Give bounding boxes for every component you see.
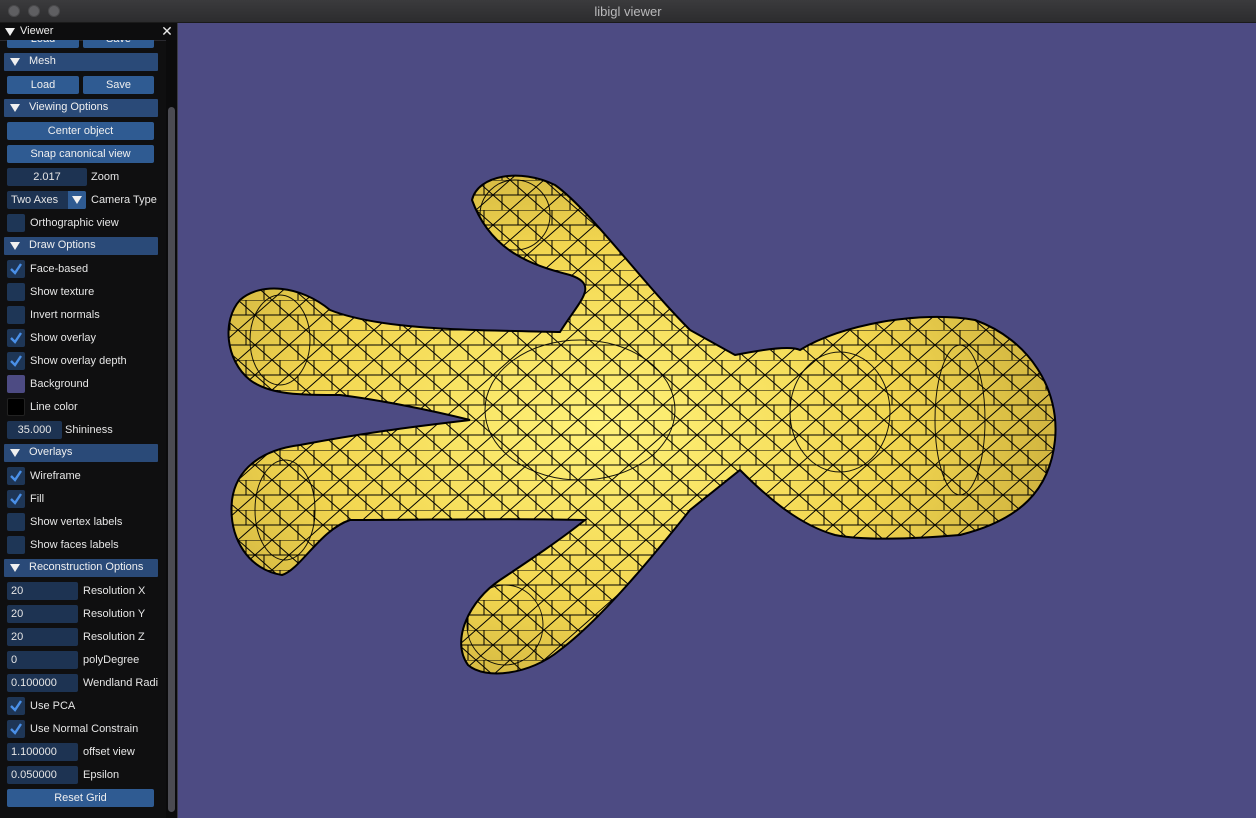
scrolled-row: Load Save xyxy=(0,40,165,50)
panel-title: Viewer xyxy=(20,25,54,37)
wendland-radius-input[interactable]: 0.100000 xyxy=(7,674,78,692)
checkmark-icon xyxy=(10,332,22,344)
resolution-x-input[interactable]: 20 xyxy=(7,582,78,600)
viewer-canvas[interactable] xyxy=(0,23,1256,818)
line-color-swatch[interactable] xyxy=(7,398,25,416)
vertex-labels-checkbox[interactable] xyxy=(7,513,25,531)
expand-triangle-icon xyxy=(10,449,20,457)
offset-view-input[interactable]: 1.100000 xyxy=(7,743,78,761)
collapse-triangle-icon[interactable] xyxy=(5,28,15,36)
header-draw-options[interactable]: Draw Options xyxy=(4,237,158,255)
checkmark-icon xyxy=(10,493,22,505)
save-button-partial[interactable]: Save xyxy=(83,40,154,48)
invert-normals-label: Invert normals xyxy=(30,309,100,321)
resolution-x-label: Resolution X xyxy=(83,585,146,597)
epsilon-label: Epsilon xyxy=(83,769,120,781)
snap-canonical-view-button[interactable]: Snap canonical view xyxy=(7,145,154,163)
expand-triangle-icon xyxy=(10,104,20,112)
epsilon-input[interactable]: 0.050000 xyxy=(7,766,78,784)
panel-title-bar[interactable]: Viewer ✕ xyxy=(0,23,177,41)
use-normal-constraint-label: Use Normal Constrain xyxy=(30,723,139,735)
header-reconstruction-label: Reconstruction Options xyxy=(29,561,144,573)
header-draw-label: Draw Options xyxy=(29,239,96,251)
resolution-y-label: Resolution Y xyxy=(83,608,146,620)
faces-labels-label: Show faces labels xyxy=(30,539,119,551)
faces-labels-checkbox[interactable] xyxy=(7,536,25,554)
reset-grid-button[interactable]: Reset Grid xyxy=(7,789,154,807)
checkmark-icon xyxy=(10,700,22,712)
fill-label: Fill xyxy=(30,493,45,505)
shininess-label: Shininess xyxy=(65,424,113,436)
zoom-label: Zoom xyxy=(91,171,120,183)
expand-triangle-icon xyxy=(10,242,20,250)
orthographic-label: Orthographic view xyxy=(30,217,119,229)
checkmark-icon xyxy=(10,263,22,275)
background-color-swatch[interactable] xyxy=(7,375,25,393)
orthographic-checkbox[interactable] xyxy=(7,214,25,232)
offset-view-label: offset view xyxy=(83,746,135,758)
show-texture-checkbox[interactable] xyxy=(7,283,25,301)
background-label: Background xyxy=(30,378,89,390)
vertex-labels-label: Show vertex labels xyxy=(30,516,123,528)
checkmark-icon xyxy=(10,355,22,367)
wendland-radius-label: Wendland Radi xyxy=(83,677,159,689)
window-title: libigl viewer xyxy=(594,4,662,19)
resolution-y-input[interactable]: 20 xyxy=(7,605,78,623)
camera-type-select[interactable]: Two Axes xyxy=(7,191,86,209)
chevron-down-icon[interactable] xyxy=(68,191,86,209)
header-overlays[interactable]: Overlays xyxy=(4,444,158,462)
expand-triangle-icon xyxy=(10,564,20,572)
line-color-label: Line color xyxy=(30,401,78,413)
checkmark-icon xyxy=(10,470,22,482)
shininess-input[interactable]: 35.000 xyxy=(7,421,62,439)
mesh-render xyxy=(227,174,1057,675)
use-normal-constraint-checkbox[interactable] xyxy=(7,720,25,738)
poly-degree-label: polyDegree xyxy=(83,654,140,666)
expand-triangle-icon xyxy=(10,58,20,66)
header-mesh[interactable]: Mesh xyxy=(4,53,158,71)
center-object-button[interactable]: Center object xyxy=(7,122,154,140)
header-viewing-label: Viewing Options xyxy=(29,101,109,113)
header-overlays-label: Overlays xyxy=(29,446,73,458)
poly-degree-input[interactable]: 0 xyxy=(7,651,78,669)
title-bar: libigl viewer xyxy=(0,0,1256,23)
mesh-load-button[interactable]: Load xyxy=(7,76,79,94)
use-pca-label: Use PCA xyxy=(30,700,76,712)
show-texture-label: Show texture xyxy=(30,286,95,298)
show-overlay-checkbox[interactable] xyxy=(7,329,25,347)
header-mesh-label: Mesh xyxy=(29,55,56,67)
header-viewing-options[interactable]: Viewing Options xyxy=(4,99,158,117)
mesh-save-button[interactable]: Save xyxy=(83,76,154,94)
wireframe-checkbox[interactable] xyxy=(7,467,25,485)
scrollbar-thumb[interactable] xyxy=(168,107,175,812)
show-overlay-depth-label: Show overlay depth xyxy=(30,355,127,367)
fill-checkbox[interactable] xyxy=(7,490,25,508)
show-overlay-depth-checkbox[interactable] xyxy=(7,352,25,370)
load-button-partial[interactable]: Load xyxy=(7,40,79,48)
header-reconstruction-options[interactable]: Reconstruction Options xyxy=(4,559,158,577)
close-icon[interactable]: ✕ xyxy=(160,24,174,38)
camera-type-value: Two Axes xyxy=(11,194,59,206)
camera-type-label: Camera Type xyxy=(91,194,157,206)
wireframe-label: Wireframe xyxy=(30,470,81,482)
zoom-input[interactable]: 2.017 xyxy=(7,168,87,186)
invert-normals-checkbox[interactable] xyxy=(7,306,25,324)
show-overlay-label: Show overlay xyxy=(30,332,97,344)
face-based-checkbox[interactable] xyxy=(7,260,25,278)
face-based-label: Face-based xyxy=(30,263,89,275)
checkmark-icon xyxy=(10,723,22,735)
use-pca-checkbox[interactable] xyxy=(7,697,25,715)
viewer-panel: Viewer ✕ Load Save Mesh Load Save Viewin… xyxy=(0,23,178,818)
resolution-z-input[interactable]: 20 xyxy=(7,628,78,646)
resolution-z-label: Resolution Z xyxy=(83,631,145,643)
